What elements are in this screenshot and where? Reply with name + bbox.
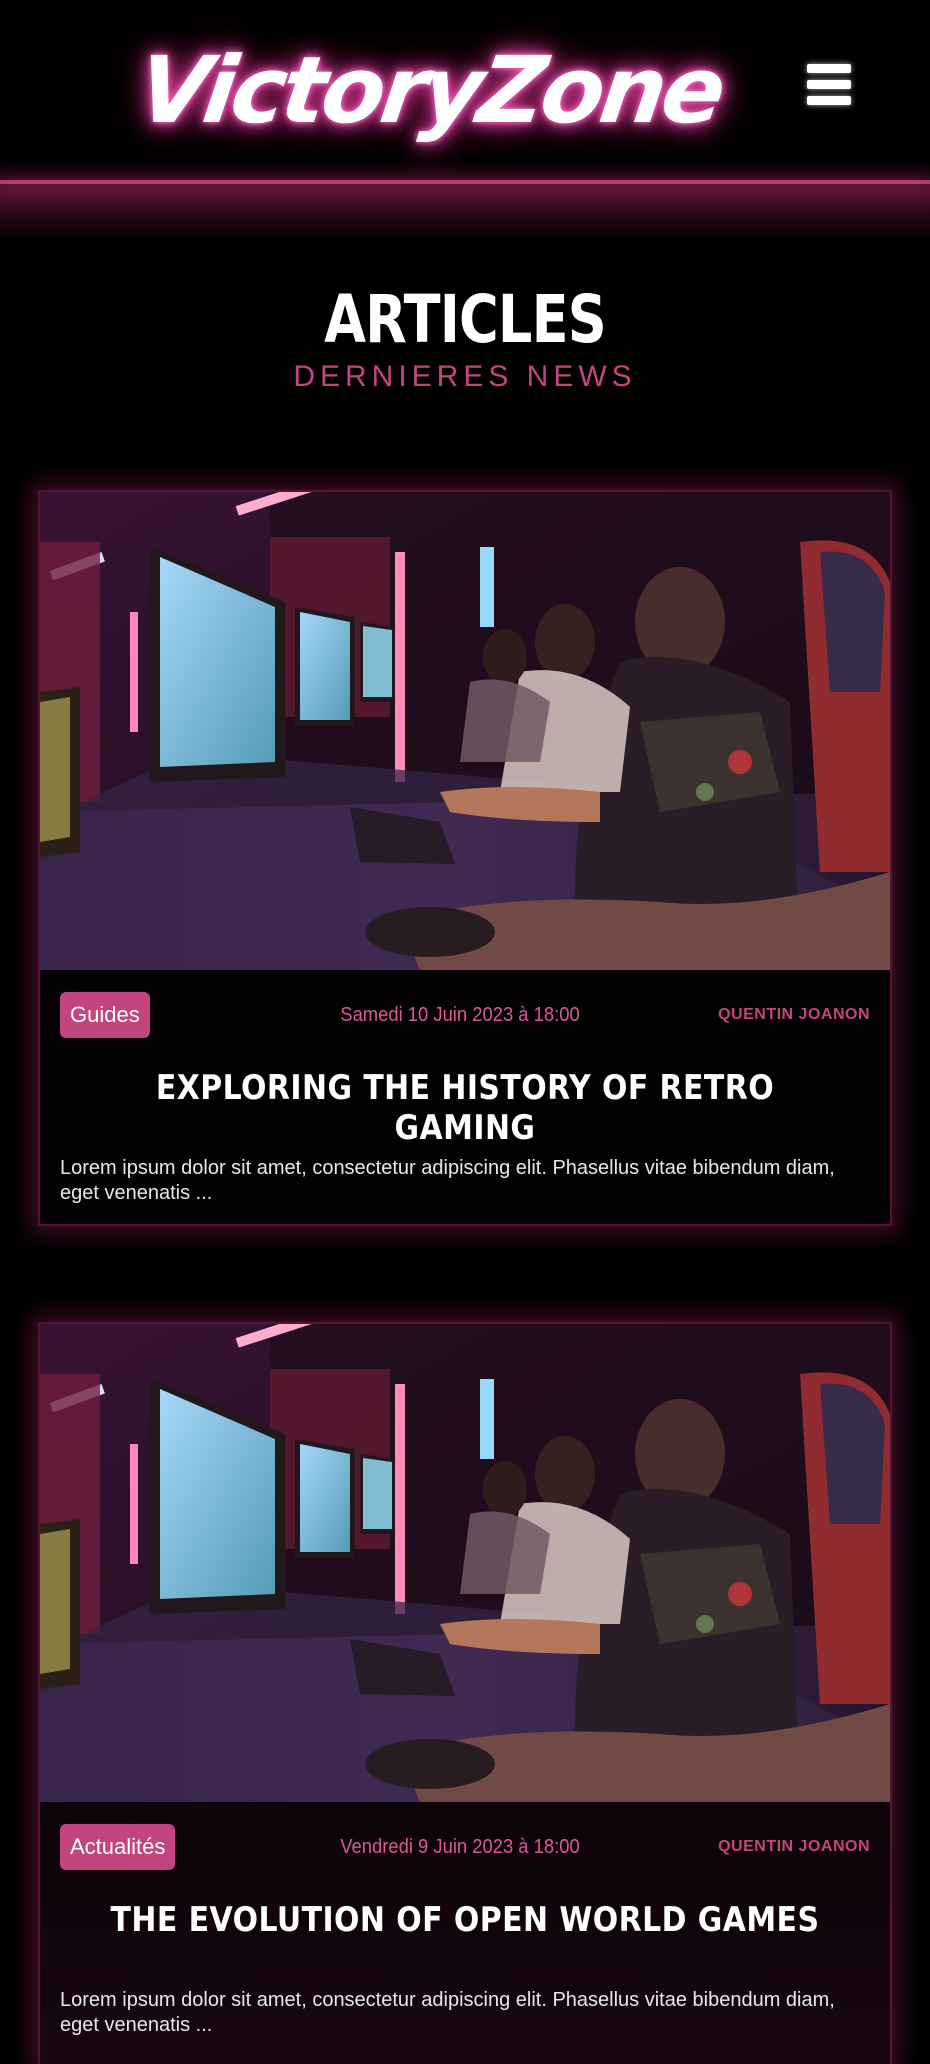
article-card[interactable]: Guides Samedi 10 Juin 2023 à 18:00 QUENT… [40, 492, 890, 1224]
gaming-room-photo [40, 492, 890, 970]
menu-bar [807, 64, 851, 73]
menu-bar [807, 80, 851, 89]
hamburger-menu-icon[interactable] [805, 60, 853, 110]
article-excerpt: Lorem ipsum dolor sit amet, consectetur … [60, 1989, 835, 2036]
article-image[interactable] [40, 492, 890, 970]
article-date: Vendredi 9 Juin 2023 à 18:00 [340, 1836, 580, 1858]
gaming-room-photo [40, 1324, 890, 1802]
article-excerpt: Lorem ipsum dolor sit amet, consectetur … [60, 1157, 835, 1204]
article-date: Samedi 10 Juin 2023 à 18:00 [340, 1004, 580, 1026]
article-card[interactable]: Actualités Vendredi 9 Juin 2023 à 18:00 … [40, 1324, 890, 2064]
article-author[interactable]: QUENTIN JOANON [718, 992, 870, 1038]
article-author[interactable]: QUENTIN JOANON [718, 1824, 870, 1870]
article-image[interactable] [40, 1324, 890, 1802]
site-logo[interactable]: VictoryZone [131, 28, 728, 152]
menu-bar [807, 96, 851, 105]
article-title[interactable]: EXPLORING THE HISTORY OF RETRO GAMING [91, 1068, 839, 1148]
page-subtitle: DERNIERES NEWS [293, 360, 637, 393]
page-title: ARTICLES [324, 281, 607, 358]
article-meta: Guides Samedi 10 Juin 2023 à 18:00 QUENT… [60, 992, 870, 1038]
article-meta: Actualités Vendredi 9 Juin 2023 à 18:00 … [60, 1824, 870, 1870]
category-tag[interactable]: Guides [60, 992, 150, 1038]
site-header: VictoryZone [0, 0, 930, 180]
category-tag[interactable]: Actualités [60, 1824, 176, 1870]
header-glow [0, 184, 930, 244]
article-title[interactable]: THE EVOLUTION OF OPEN WORLD GAMES [91, 1900, 839, 1940]
